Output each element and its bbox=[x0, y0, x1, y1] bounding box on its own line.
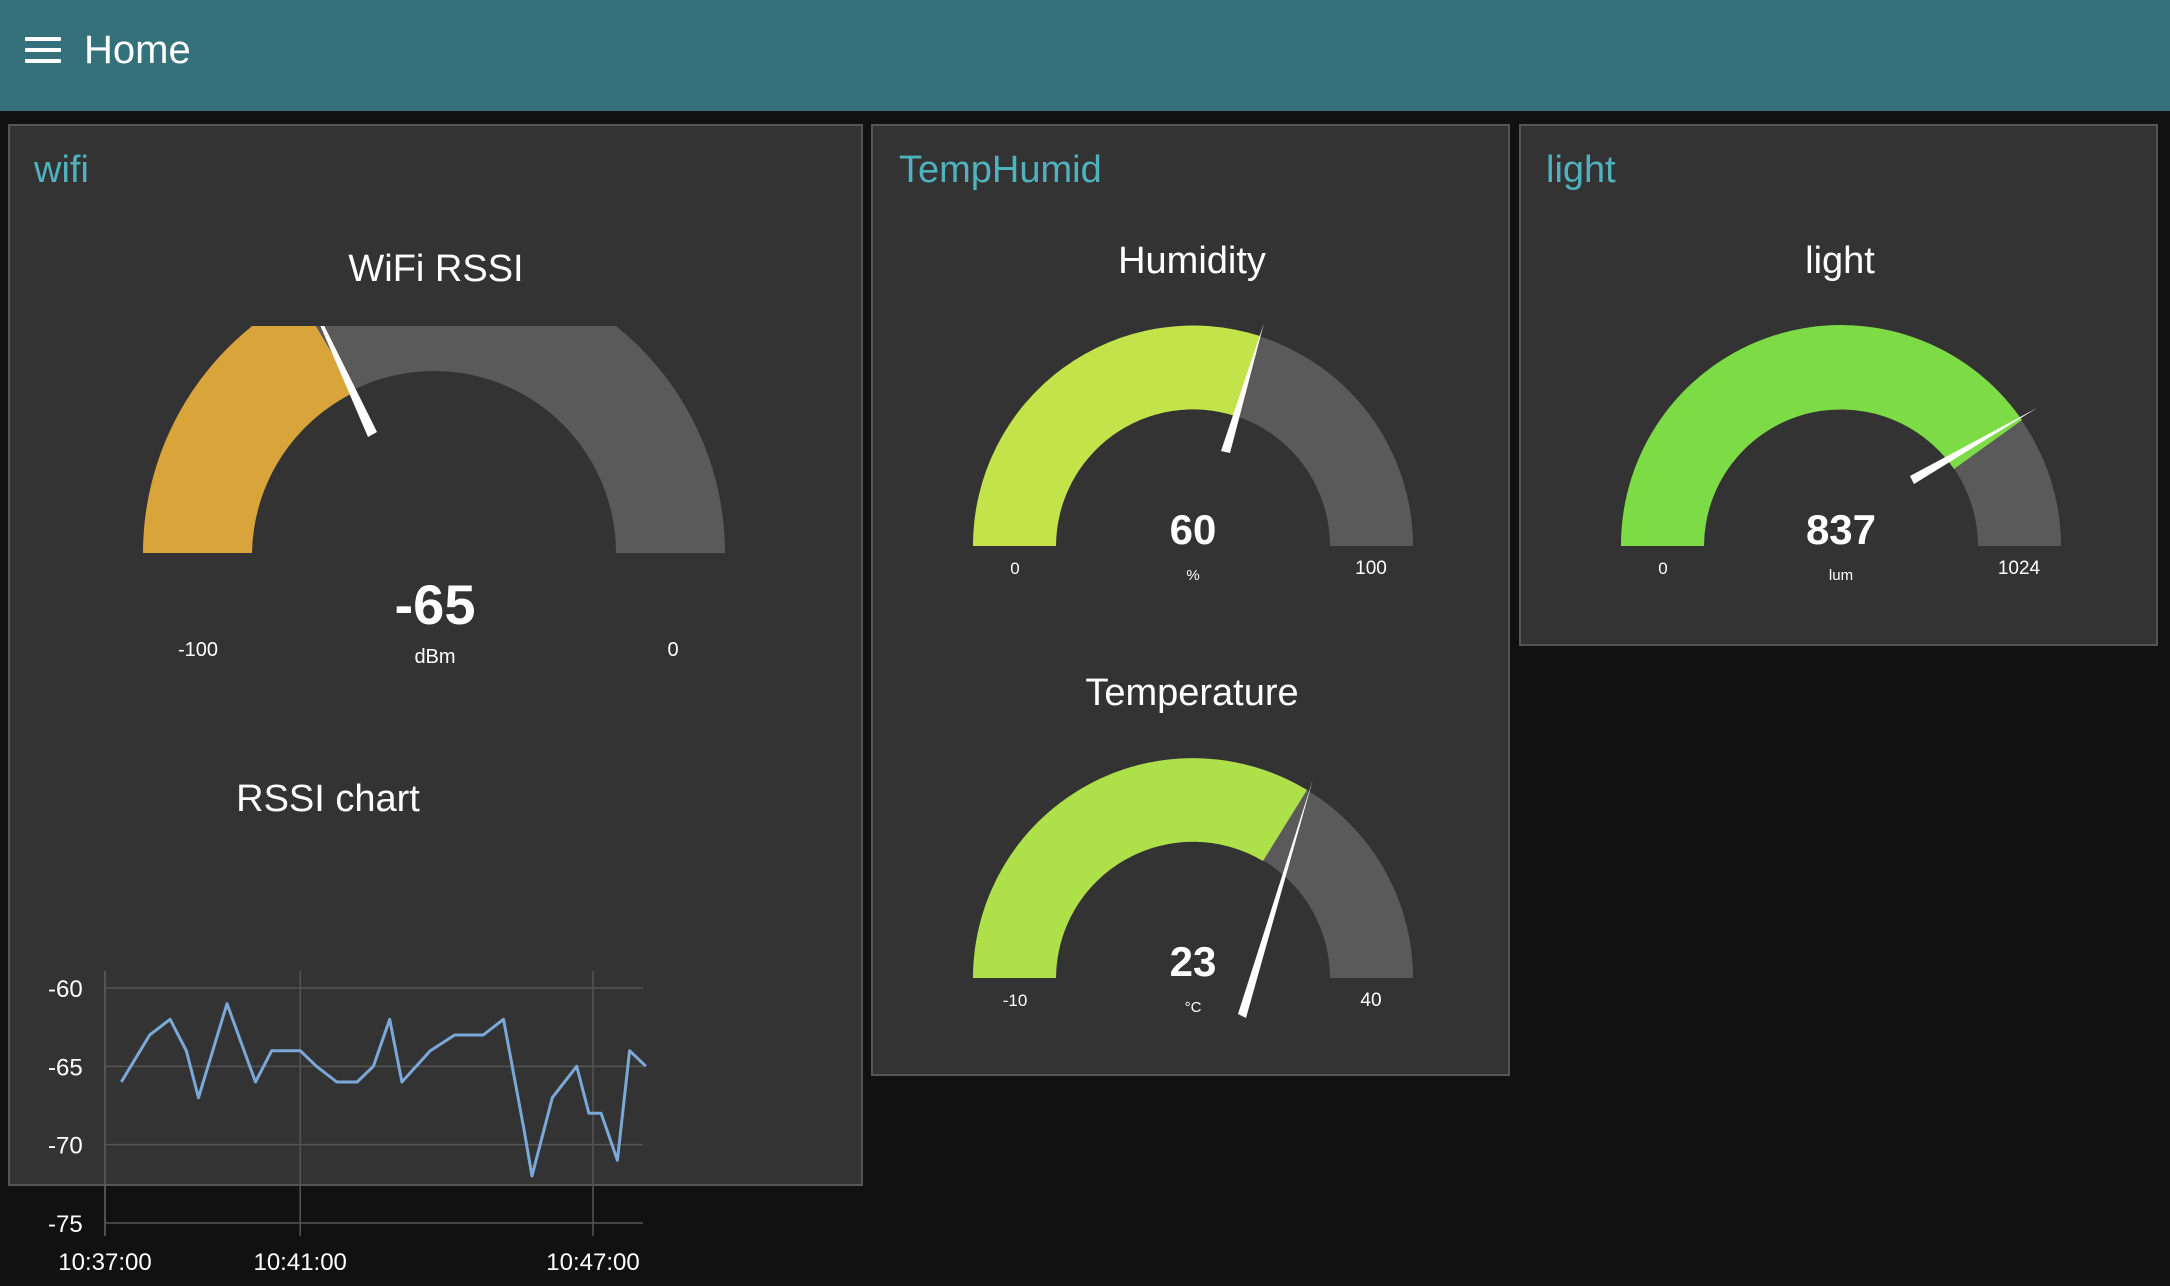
gauge-title-humidity: Humidity bbox=[1118, 240, 1266, 282]
gauge-value-humidity: 60 bbox=[1170, 506, 1217, 553]
group-title-light: light bbox=[1546, 149, 1616, 191]
gauge-value-temperature: 23 bbox=[1170, 938, 1217, 985]
group-title-temphumid: TempHumid bbox=[899, 149, 1102, 191]
chart-series-line bbox=[120, 1002, 647, 1178]
chart-y-tick-label: -65 bbox=[48, 1054, 83, 1081]
gauge-light: 837 lum 0 1024 bbox=[1620, 325, 2061, 584]
gauge-max-temperature: 40 bbox=[1360, 990, 1381, 1011]
top-toolbar: Home bbox=[0, 0, 2170, 111]
gauge-max-rssi: 0 bbox=[667, 639, 678, 661]
gauge-units-light: lum bbox=[1829, 567, 1853, 584]
gauge-min-light: 0 bbox=[1658, 559, 1667, 578]
gauge-units-humidity: % bbox=[1186, 567, 1199, 584]
gauge-min-humidity: 0 bbox=[1010, 559, 1019, 578]
gauge-units-rssi: dBm bbox=[414, 646, 455, 668]
chart-y-tick-label: -70 bbox=[48, 1133, 83, 1160]
chart-y-tick-label: -75 bbox=[48, 1211, 83, 1238]
group-title-wifi: wifi bbox=[34, 149, 89, 191]
gauge-title-light: light bbox=[1805, 240, 1875, 282]
gauge-humidity: 60 % 0 100 bbox=[972, 323, 1413, 584]
gauge-min-rssi: -100 bbox=[178, 639, 218, 661]
gauge-rssi: -65 dBm -100 0 bbox=[143, 326, 725, 668]
chart-x-tick-label: 10:41:00 bbox=[253, 1249, 346, 1276]
group-light: light light 837 lum 0 1024 bbox=[1519, 124, 2158, 646]
chart-x-tick-label: 10:37:00 bbox=[58, 1249, 151, 1276]
group-temphumid: TempHumid Humidity 60 % 0 100 Temperatur… bbox=[871, 124, 1510, 1076]
rssi-chart: RSSI chart -60 -65 -70 -75 10:37:00 10:41:00… bbox=[48, 778, 647, 1276]
chart-y-tick-label: -60 bbox=[48, 976, 83, 1003]
group-wifi: wifi WiFi RSSI -65 dBm -100 0 RSSI chart… bbox=[8, 124, 863, 1276]
page-title: Home bbox=[84, 28, 191, 72]
hamburger-menu-icon[interactable] bbox=[25, 37, 61, 65]
gauge-temperature: 23 °C -10 40 bbox=[973, 758, 1413, 1018]
gauge-max-light: 1024 bbox=[1998, 558, 2041, 579]
gauge-min-temperature: -10 bbox=[1003, 991, 1028, 1010]
chart-x-tick-label: 10:47:00 bbox=[546, 1249, 639, 1276]
gauge-units-temperature: °C bbox=[1185, 999, 1202, 1016]
gauge-title-temperature: Temperature bbox=[1085, 672, 1299, 714]
gauge-value-rssi: -65 bbox=[395, 573, 476, 636]
gauge-title-rssi: WiFi RSSI bbox=[348, 248, 524, 290]
chart-title: RSSI chart bbox=[236, 778, 420, 820]
gauge-value-light: 837 bbox=[1806, 506, 1876, 553]
gauge-max-humidity: 100 bbox=[1355, 558, 1387, 579]
